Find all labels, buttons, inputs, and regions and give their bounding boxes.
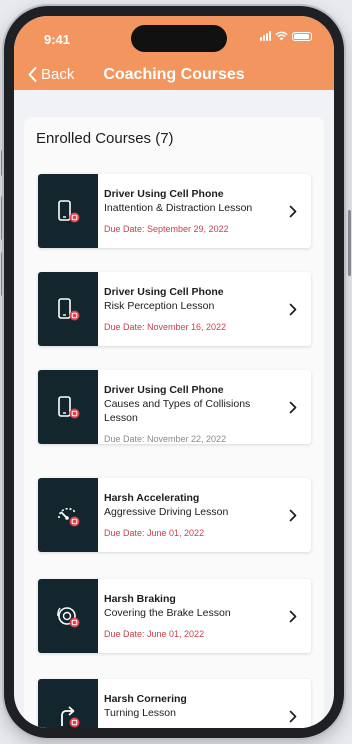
back-button[interactable]: Back <box>28 66 74 83</box>
speedometer-icon <box>58 507 80 527</box>
course-item[interactable]: Driver Using Cell Phone Risk Perception L… <box>38 272 311 346</box>
turn-icon <box>61 706 80 728</box>
course-thumbnail <box>38 174 98 248</box>
phone-icon <box>58 396 80 419</box>
chevron-right-icon <box>289 303 297 321</box>
back-label: Back <box>41 66 75 83</box>
course-item[interactable]: Harsh Braking Covering the Brake Lesson Du… <box>38 579 311 653</box>
cellular-signal-icon <box>260 31 271 41</box>
dynamic-island <box>131 25 227 52</box>
phone-icon <box>58 298 80 321</box>
course-title: Harsh Braking <box>104 593 176 605</box>
power-button <box>348 210 351 276</box>
course-text: Driver Using Cell Phone Causes and Types … <box>104 383 284 445</box>
course-item[interactable]: Driver Using Cell Phone Causes and Types … <box>38 370 311 444</box>
course-thumbnail <box>38 478 98 552</box>
course-subtitle: Turning Lesson <box>104 707 176 719</box>
course-subtitle: Inattention & Distraction Lesson <box>104 202 253 214</box>
chevron-right-icon <box>289 205 297 223</box>
course-thumbnail <box>38 579 98 653</box>
course-thumbnail <box>38 679 98 728</box>
course-title: Harsh Accelerating <box>104 492 200 504</box>
course-thumbnail <box>38 370 98 444</box>
course-subtitle: Aggressive Driving Lesson <box>104 506 229 518</box>
course-text: Harsh Braking Covering the Brake Lesson Du… <box>104 592 284 640</box>
status-time: 9:41 <box>44 32 71 47</box>
course-text: Driver Using Cell Phone Risk Perception L… <box>104 285 284 333</box>
nav-header: 9:41 Back Coaching Courses <box>14 16 334 90</box>
app-screen: 9:41 Back Coaching Courses Enrolled Cour… <box>14 16 334 728</box>
course-due-date: Due Date: November 22, 2022 <box>104 434 227 444</box>
phone-frame: 9:41 Back Coaching Courses Enrolled Cour… <box>4 6 344 738</box>
course-item[interactable]: Harsh Accelerating Aggressive Driving Les… <box>38 478 311 552</box>
chevron-right-icon <box>289 610 297 628</box>
course-due-date: Due Date: June 01, 2022 <box>104 629 205 639</box>
course-due-date: Due Date: November 16, 2022 <box>104 322 227 332</box>
course-due-date: Due Date: June 01, 2022 <box>104 528 205 538</box>
course-title: Driver Using Cell Phone <box>104 286 224 298</box>
chevron-right-icon <box>289 710 297 728</box>
chevron-left-icon <box>28 67 37 82</box>
course-title: Harsh Cornering <box>104 693 187 705</box>
wifi-icon <box>275 31 288 41</box>
brake-icon <box>57 607 80 628</box>
status-icons <box>260 31 312 41</box>
course-subtitle: Covering the Brake Lesson <box>104 607 231 619</box>
course-thumbnail <box>38 272 98 346</box>
course-due-date: Due Date: September 29, 2022 <box>104 224 229 234</box>
course-text: Driver Using Cell Phone Inattention & Dis… <box>104 187 284 235</box>
battery-icon <box>292 31 312 41</box>
chevron-right-icon <box>289 401 297 419</box>
course-subtitle: Risk Perception Lesson <box>104 300 215 312</box>
chevron-right-icon <box>289 509 297 527</box>
phone-icon <box>58 200 80 223</box>
course-text: Harsh CorneringTurning LessonDue Date: J… <box>104 692 284 728</box>
course-title: Driver Using Cell Phone <box>104 188 224 200</box>
course-text: Harsh Accelerating Aggressive Driving Les… <box>104 491 284 539</box>
course-subtitle: Causes and Types of Collisions Lesson <box>104 398 251 424</box>
course-title: Driver Using Cell Phone <box>104 384 224 396</box>
course-item[interactable]: Harsh CorneringTurning LessonDue Date: J… <box>38 679 311 728</box>
section-title: Enrolled Courses (7) <box>36 130 174 147</box>
course-item[interactable]: Driver Using Cell Phone Inattention & Dis… <box>38 174 311 248</box>
